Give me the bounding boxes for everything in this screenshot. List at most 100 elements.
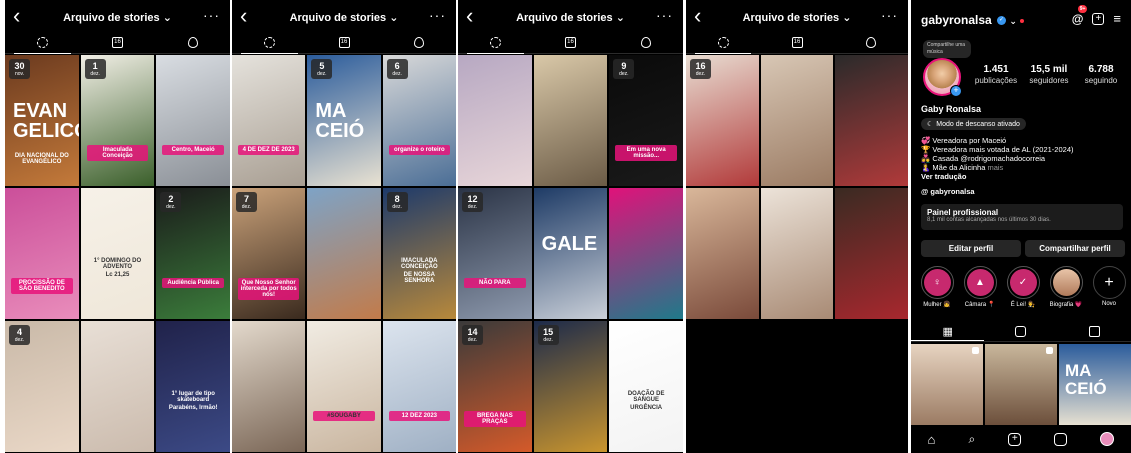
story-thumbnail[interactable]: 30nov. EVANGELICO DIA NACIONAL DO EVANGÉLI… xyxy=(5,55,79,186)
story-thumbnail[interactable] xyxy=(533,55,608,186)
stat-followers[interactable]: 15,5 mil seguidores xyxy=(1024,64,1074,85)
story-thumbnail[interactable]: 6 dez. organize o roteiro xyxy=(382,55,456,186)
more-dots-icon[interactable]: ··· xyxy=(203,7,220,23)
home-icon[interactable]: ⌂ xyxy=(928,432,936,447)
story-thumbnail[interactable]: 4 DE DEZ DE 2023 xyxy=(232,55,306,186)
stories-tab[interactable] xyxy=(5,32,80,54)
calendar-tab[interactable]: 16 xyxy=(80,32,155,53)
profile-avatar-icon[interactable] xyxy=(1100,432,1115,446)
hamburger-menu-icon[interactable]: ≡ xyxy=(1113,11,1121,26)
story-thumbnail[interactable]: 2 dez. Audiência Pública xyxy=(156,188,230,319)
profile-username[interactable]: gabyronalsa xyxy=(921,13,992,27)
story-thumbnail[interactable] xyxy=(307,188,381,319)
archive-title: Arquivo de stories ⌄ xyxy=(289,11,399,24)
story-thumbnail[interactable]: 12 dez. NÃO PARA xyxy=(458,188,532,319)
profile-post[interactable]: MA CEIÓ xyxy=(1059,344,1131,426)
music-tip-bubble[interactable]: Compartilhe uma música xyxy=(923,40,971,58)
story-thumbnail[interactable]: 1 dez. Imaculada Conceição xyxy=(80,55,155,186)
location-tab[interactable] xyxy=(381,32,456,53)
see-translation-link[interactable]: Ver tradução xyxy=(921,172,1074,181)
location-tab[interactable] xyxy=(155,32,230,53)
highlight-law[interactable]: ✓ É Lei! 👨‍⚖️ xyxy=(1005,266,1041,308)
edit-profile-button[interactable]: Editar perfil xyxy=(921,240,1021,257)
story-overlay-text: MA xyxy=(315,100,347,122)
create-icon[interactable]: + xyxy=(1008,432,1022,446)
profile-username-row[interactable]: gabyronalsa ✓ ⌄ xyxy=(921,13,1025,27)
date-badge: 5 dez. xyxy=(311,59,333,79)
story-thumbnail[interactable] xyxy=(835,55,908,186)
story-thumbnail[interactable]: 5 dez. MA CEIÓ xyxy=(307,55,381,186)
story-thumbnail[interactable] xyxy=(232,321,306,452)
reels-tab[interactable] xyxy=(984,322,1057,341)
calendar-tab[interactable]: 16 xyxy=(307,32,382,53)
grid-tab[interactable]: ▦ xyxy=(911,322,985,341)
stories-tab[interactable] xyxy=(232,32,307,54)
chevron-left-icon[interactable]: ‹ xyxy=(694,5,701,27)
story-thumbnail[interactable]: DOAÇÃO DE SANGUE URGÊNCIA xyxy=(609,321,683,452)
rest-mode-chip[interactable]: ☾ Modo de descanso ativado xyxy=(921,118,1026,130)
story-thumbnail[interactable] xyxy=(760,55,834,186)
date-day: 9 xyxy=(621,61,627,71)
story-thumbnail[interactable]: 14 dez. BREGA NAS PRAÇAS xyxy=(458,321,532,452)
reel-icon xyxy=(972,347,979,354)
highlight-label: Mulher 👧 xyxy=(923,302,951,308)
date-month: dez. xyxy=(241,204,252,210)
profile-post[interactable] xyxy=(911,344,983,426)
more-dots-icon[interactable]: ··· xyxy=(656,7,673,23)
story-thumbnail[interactable]: GALE xyxy=(533,188,608,319)
threads-small-icon: @ xyxy=(921,187,929,196)
chevron-left-icon[interactable]: ‹ xyxy=(466,5,473,27)
story-thumbnail[interactable] xyxy=(609,188,683,319)
story-thumbnail[interactable]: 1° lugar de tipo skateboard Parabéns, Irm… xyxy=(156,321,230,452)
story-thumbnail[interactable]: 16 dez. xyxy=(686,55,759,186)
story-thumbnail[interactable]: 8 dez. IMACULADA CONCEIÇÃO DE NOSSA SENHORA xyxy=(382,188,456,319)
chevron-down-icon[interactable]: ⌄ xyxy=(1009,16,1017,26)
more-dots-icon[interactable]: ··· xyxy=(881,7,898,23)
story-thumbnail[interactable] xyxy=(80,321,155,452)
more-dots-icon[interactable]: ··· xyxy=(429,7,446,23)
highlight-plus[interactable]: + Novo xyxy=(1091,266,1127,307)
story-thumbnail[interactable] xyxy=(835,188,908,319)
story-thumbnail[interactable]: 4 dez. xyxy=(5,321,79,452)
date-badge: 14 dez. xyxy=(462,325,483,345)
story-thumbnail[interactable]: 7 dez. Que Nosso Senhor interceda por todo… xyxy=(232,188,306,319)
bio-more-link[interactable]: mais xyxy=(987,163,1003,172)
stat-posts[interactable]: 1.451 publicações xyxy=(971,64,1021,85)
location-tab[interactable] xyxy=(834,32,908,53)
share-profile-button[interactable]: Compartilhar perfil xyxy=(1025,240,1125,257)
highlight-photo[interactable]: Biografia 💗 xyxy=(1048,266,1084,308)
highlight-woman-symbol[interactable]: ♀ Mulher 👧 xyxy=(919,266,955,308)
highlight-building[interactable]: ▲ Câmara 📍 xyxy=(962,266,998,308)
chevron-left-icon[interactable]: ‹ xyxy=(240,5,247,27)
search-icon[interactable]: ⌕ xyxy=(968,432,975,447)
threads-link[interactable]: @ gabyronalsa xyxy=(921,187,975,196)
story-thumbnail[interactable]: 1° DOMINGO DO ADVENTO Lc 21,25 xyxy=(80,188,155,319)
story-thumbnail[interactable]: Centro, Maceió xyxy=(156,55,230,186)
add-story-icon[interactable]: + xyxy=(950,85,962,97)
story-thumbnail[interactable]: 12 DEZ 2023 xyxy=(382,321,456,452)
location-tab[interactable] xyxy=(608,32,683,53)
professional-dashboard[interactable]: Painel profissional 8,1 mil contas alcan… xyxy=(921,204,1123,230)
date-day: 1 xyxy=(92,61,98,71)
calendar-tab[interactable]: 16 xyxy=(533,32,608,53)
story-thumbnail[interactable]: PROCISSÃO DE SÃO BENEDITO xyxy=(5,188,79,319)
threads-icon[interactable]: @9+ xyxy=(1072,4,1088,26)
story-thumbnail[interactable] xyxy=(760,188,834,319)
story-thumbnail[interactable] xyxy=(686,188,759,319)
stat-following[interactable]: 6.788 seguindo xyxy=(1076,64,1126,85)
profile-post[interactable] xyxy=(985,344,1057,426)
story-thumbnail[interactable]: 15 dez. xyxy=(533,321,608,452)
post-overlay-text: CEIÓ xyxy=(1065,379,1107,398)
tagged-tab[interactable] xyxy=(1058,322,1131,341)
story-thumbnail[interactable]: #SOUGABY xyxy=(307,321,381,452)
avatar[interactable]: + xyxy=(923,58,962,97)
chevron-left-icon[interactable]: ‹ xyxy=(13,5,20,27)
plus-square-icon[interactable]: + xyxy=(1092,12,1105,25)
story-thumbnail[interactable]: 9 dez. Em uma nova missão... xyxy=(609,55,683,186)
reels-nav-icon[interactable] xyxy=(1054,432,1068,446)
calendar-tab[interactable]: 16 xyxy=(760,32,834,53)
story-thumbnail[interactable] xyxy=(458,55,532,186)
stories-tab[interactable] xyxy=(686,32,760,54)
stories-tab[interactable] xyxy=(458,32,533,54)
story-archive-panel: ‹ Arquivo de stories ⌄ ··· 16 9 dez. Em uma no… xyxy=(458,0,683,453)
